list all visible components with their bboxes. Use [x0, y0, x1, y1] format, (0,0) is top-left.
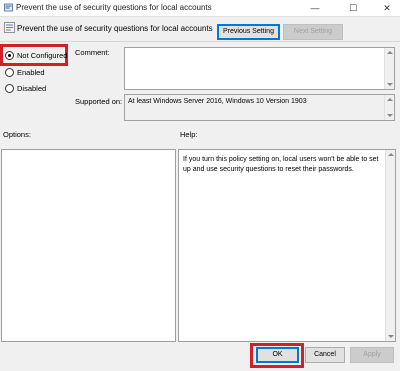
ok-button[interactable]: OK — [256, 347, 299, 363]
header-divider — [0, 41, 400, 42]
help-scrollbar[interactable] — [385, 150, 395, 341]
scroll-up-icon[interactable] — [388, 153, 394, 156]
radio-disabled[interactable]: Disabled — [5, 83, 46, 94]
radio-selected-icon — [5, 51, 14, 60]
supported-scrollbar[interactable] — [384, 95, 394, 120]
radio-not-configured[interactable]: Not Configured — [5, 50, 67, 61]
policy-editor-icon — [4, 3, 13, 12]
help-label: Help: — [180, 130, 198, 139]
comment-label: Comment: — [75, 48, 110, 57]
policy-setting-icon — [4, 22, 15, 33]
previous-setting-button[interactable]: Previous Setting — [217, 24, 280, 40]
options-pane — [1, 149, 176, 342]
comment-scrollbar[interactable] — [384, 48, 394, 89]
policy-name-heading: Prevent the use of security questions fo… — [17, 24, 213, 33]
apply-button[interactable]: Apply — [350, 347, 394, 363]
radio-unselected-icon — [5, 84, 14, 93]
scroll-down-icon[interactable] — [387, 114, 393, 117]
help-pane: If you turn this policy setting on, loca… — [178, 149, 396, 342]
options-label: Options: — [3, 130, 31, 139]
scroll-up-icon[interactable] — [387, 98, 393, 101]
radio-not-configured-label: Not Configured — [17, 51, 68, 60]
radio-disabled-label: Disabled — [17, 84, 47, 93]
comment-textarea[interactable] — [124, 47, 395, 90]
scroll-up-icon[interactable] — [387, 51, 393, 54]
maximize-button[interactable]: ☐ — [342, 0, 364, 16]
radio-unselected-icon — [5, 68, 14, 77]
radio-enabled-label: Enabled — [17, 68, 45, 77]
supported-on-box: At least Windows Server 2016, Windows 10… — [124, 94, 395, 121]
help-text: If you turn this policy setting on, loca… — [183, 156, 379, 173]
cancel-button[interactable]: Cancel — [305, 347, 345, 363]
minimize-button[interactable]: — — [304, 0, 326, 16]
supported-on-label: Supported on: — [75, 97, 123, 106]
supported-on-value: At least Windows Server 2016, Windows 10… — [128, 98, 307, 105]
next-setting-button[interactable]: Next Setting — [283, 24, 343, 40]
scroll-down-icon[interactable] — [388, 335, 394, 338]
close-button[interactable]: ✕ — [376, 0, 398, 16]
scroll-down-icon[interactable] — [387, 83, 393, 86]
title-bar: Prevent the use of security questions fo… — [0, 0, 400, 17]
radio-enabled[interactable]: Enabled — [5, 67, 45, 78]
window-title: Prevent the use of security questions fo… — [16, 3, 212, 12]
